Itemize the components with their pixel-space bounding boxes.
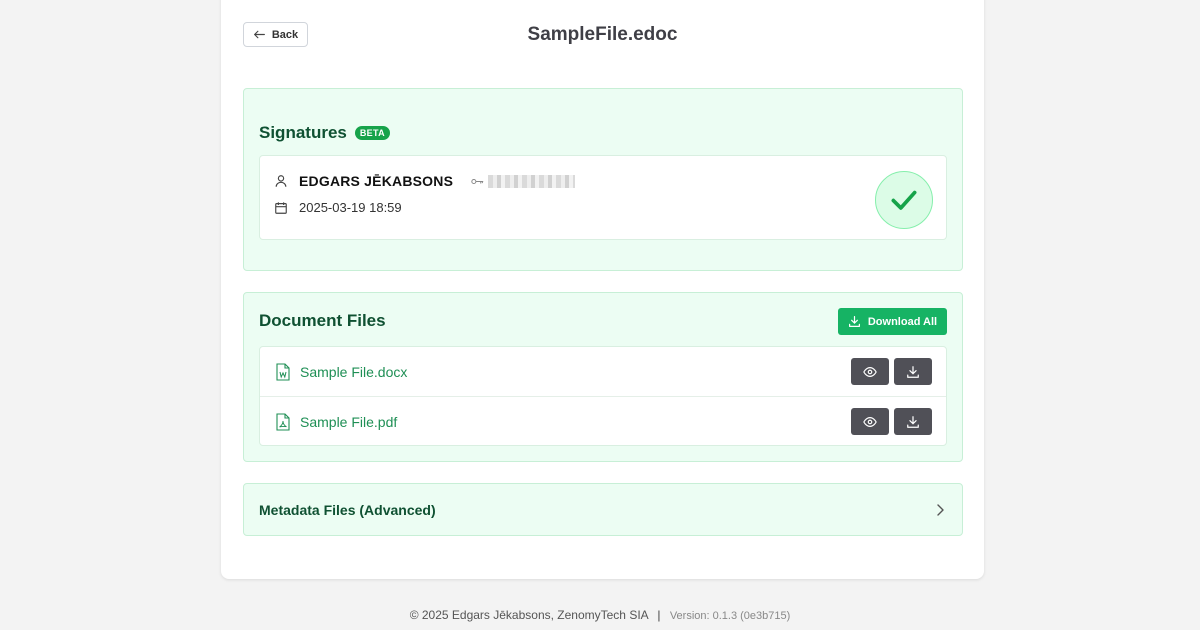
user-icon bbox=[274, 174, 288, 188]
footer-version: Version: 0.1.3 (0e3b715) bbox=[669, 610, 791, 622]
view-button[interactable] bbox=[851, 358, 889, 385]
file-actions bbox=[851, 358, 932, 385]
date-row: 2025-03-19 18:59 bbox=[274, 200, 402, 215]
download-button[interactable] bbox=[894, 408, 932, 435]
calendar-icon bbox=[274, 201, 288, 215]
key-icon bbox=[471, 178, 484, 184]
valid-check-badge bbox=[875, 171, 933, 229]
download-all-button[interactable]: Download All bbox=[838, 308, 947, 335]
footer-copyright: © 2025 Edgars Jēkabsons, ZenomyTech SIA bbox=[409, 608, 648, 622]
download-icon bbox=[907, 415, 919, 428]
checkmark-icon bbox=[891, 190, 917, 210]
eye-icon bbox=[863, 416, 877, 427]
signer-row: EDGARS JĒKABSONS bbox=[274, 173, 576, 189]
file-actions bbox=[851, 408, 932, 435]
beta-badge: BETA bbox=[354, 126, 390, 140]
word-file-icon bbox=[276, 362, 290, 381]
eye-icon bbox=[863, 366, 877, 377]
download-button[interactable] bbox=[894, 358, 932, 385]
signature-card: EDGARS JĒKABSONS 2025-03-19 18:59 bbox=[259, 155, 947, 240]
redacted-blur bbox=[488, 174, 576, 188]
signatures-panel: Signatures BETA EDGARS JĒKABSONS 2025-03… bbox=[243, 88, 963, 271]
file-list: Sample File.docx Sample File.pdf bbox=[259, 346, 947, 446]
file-row: Sample File.pdf bbox=[260, 396, 946, 446]
download-icon bbox=[848, 316, 860, 327]
document-files-panel: Document Files Download All Sample File.… bbox=[243, 292, 963, 462]
metadata-files-toggle[interactable]: Metadata Files (Advanced) bbox=[243, 483, 963, 536]
redacted-id bbox=[471, 174, 576, 188]
signatures-title: Signatures bbox=[259, 123, 347, 142]
view-button[interactable] bbox=[851, 408, 889, 435]
page-title: SampleFile.edoc bbox=[527, 24, 678, 45]
footer: © 2025 Edgars Jēkabsons, ZenomyTech SIA … bbox=[0, 608, 1200, 622]
download-icon bbox=[907, 365, 919, 378]
signature-date: 2025-03-19 18:59 bbox=[299, 200, 402, 215]
footer-separator: | bbox=[657, 608, 661, 622]
document-files-heading: Document Files bbox=[259, 311, 386, 330]
signatures-heading: Signatures BETA bbox=[259, 123, 390, 143]
signer-name: EDGARS JĒKABSONS bbox=[299, 173, 454, 189]
file-link[interactable]: Sample File.docx bbox=[300, 364, 407, 380]
file-row: Sample File.docx bbox=[260, 347, 946, 396]
file-link[interactable]: Sample File.pdf bbox=[300, 414, 397, 430]
main-card: Back SampleFile.edoc Signatures BETA EDG… bbox=[221, 0, 984, 579]
chevron-right-icon bbox=[937, 504, 944, 516]
download-all-label: Download All bbox=[867, 315, 938, 328]
metadata-files-heading: Metadata Files (Advanced) bbox=[259, 502, 436, 518]
pdf-file-icon bbox=[276, 412, 290, 431]
